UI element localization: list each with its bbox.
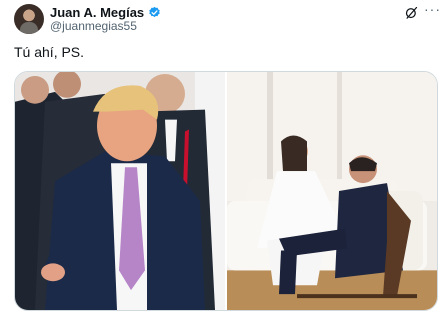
media-photo-right[interactable] <box>227 72 437 310</box>
author-name[interactable]: Juan A. Megías <box>50 5 144 20</box>
grok-icon[interactable] <box>404 5 419 20</box>
author-handle[interactable]: @juanmegias55 <box>50 19 137 33</box>
author-avatar[interactable] <box>14 4 44 34</box>
more-options-icon[interactable]: ··· <box>424 1 441 17</box>
tweet-media[interactable] <box>14 71 438 311</box>
media-photo-left[interactable] <box>15 72 225 310</box>
verified-badge-icon <box>149 6 160 17</box>
author-name-row: Juan A. Megías <box>50 4 161 20</box>
tweet-text: Tú ahí, PS. <box>14 44 85 60</box>
